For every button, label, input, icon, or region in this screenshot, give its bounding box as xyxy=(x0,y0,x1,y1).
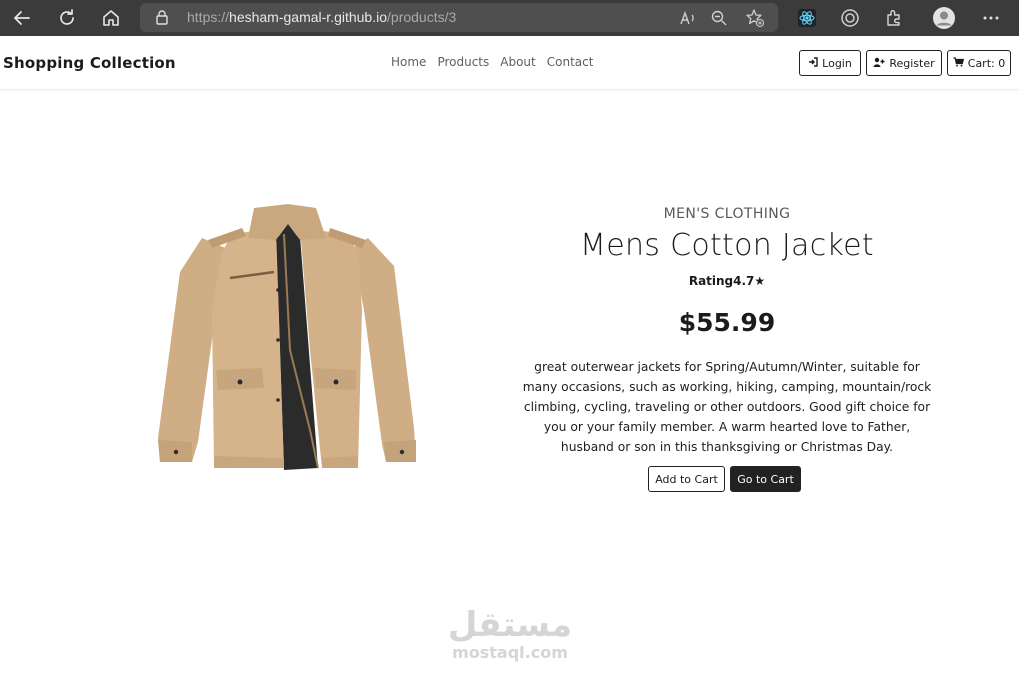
user-plus-icon xyxy=(873,57,885,70)
login-button[interactable]: Login xyxy=(799,50,861,76)
react-devtools-icon[interactable] xyxy=(795,6,819,30)
product-price: $55.99 xyxy=(678,308,776,337)
login-label: Login xyxy=(822,56,852,70)
star-icon: ★ xyxy=(754,274,766,288)
product-description: great outerwear jackets for Spring/Autum… xyxy=(522,360,932,454)
watermark-arabic: مستقل xyxy=(447,605,573,645)
site-navbar: Shopping Collection Home Products About … xyxy=(0,36,1019,90)
main-nav: Home Products About Contact xyxy=(391,55,593,69)
product-title: Mens Cotton Jacket xyxy=(580,228,874,263)
add-favorite-icon[interactable] xyxy=(745,8,765,28)
product-category: MEN'S CLOTHING xyxy=(663,206,791,222)
address-url[interactable]: https://hesham-gamal-r.github.io/product… xyxy=(187,9,456,25)
watermark: مستقل mostaql.com xyxy=(430,606,590,662)
browser-toolbar: https://hesham-gamal-r.github.io/product… xyxy=(0,0,1019,36)
more-icon[interactable] xyxy=(979,6,1003,30)
collections-icon[interactable] xyxy=(838,6,862,30)
nav-home[interactable]: Home xyxy=(391,55,426,69)
nav-products[interactable]: Products xyxy=(437,55,489,69)
cart-button[interactable]: Cart: 0 xyxy=(947,50,1011,76)
refresh-icon[interactable] xyxy=(55,6,79,30)
nav-contact[interactable]: Contact xyxy=(547,55,594,69)
url-host: hesham-gamal-r.github.io xyxy=(229,9,388,25)
address-bar[interactable]: https://hesham-gamal-r.github.io/product… xyxy=(140,3,778,32)
url-scheme: https:// xyxy=(187,9,230,25)
cart-label: Cart: 0 xyxy=(967,56,1006,70)
lock-icon[interactable] xyxy=(155,10,169,29)
product-image xyxy=(150,200,425,472)
add-to-cart-button[interactable]: Add to Cart xyxy=(648,466,725,492)
nav-about[interactable]: About xyxy=(500,55,535,69)
sign-in-icon xyxy=(808,56,818,70)
url-path: /products/3 xyxy=(387,9,457,25)
read-aloud-icon[interactable] xyxy=(678,8,698,28)
back-icon[interactable] xyxy=(10,6,34,30)
extensions-icon[interactable] xyxy=(882,6,906,30)
rating-text: Rating4.7 xyxy=(688,274,755,288)
zoom-out-icon[interactable] xyxy=(709,8,729,28)
profile-icon[interactable] xyxy=(932,6,956,30)
go-to-cart-button[interactable]: Go to Cart xyxy=(730,466,801,492)
home-icon[interactable] xyxy=(99,6,123,30)
product-rating: Rating4.7★ xyxy=(527,274,927,288)
brand-logo[interactable]: Shopping Collection xyxy=(3,54,176,72)
register-label: Register xyxy=(889,56,935,70)
watermark-latin: mostaql.com xyxy=(452,643,568,662)
cart-icon xyxy=(953,56,964,70)
register-button[interactable]: Register xyxy=(866,50,942,76)
